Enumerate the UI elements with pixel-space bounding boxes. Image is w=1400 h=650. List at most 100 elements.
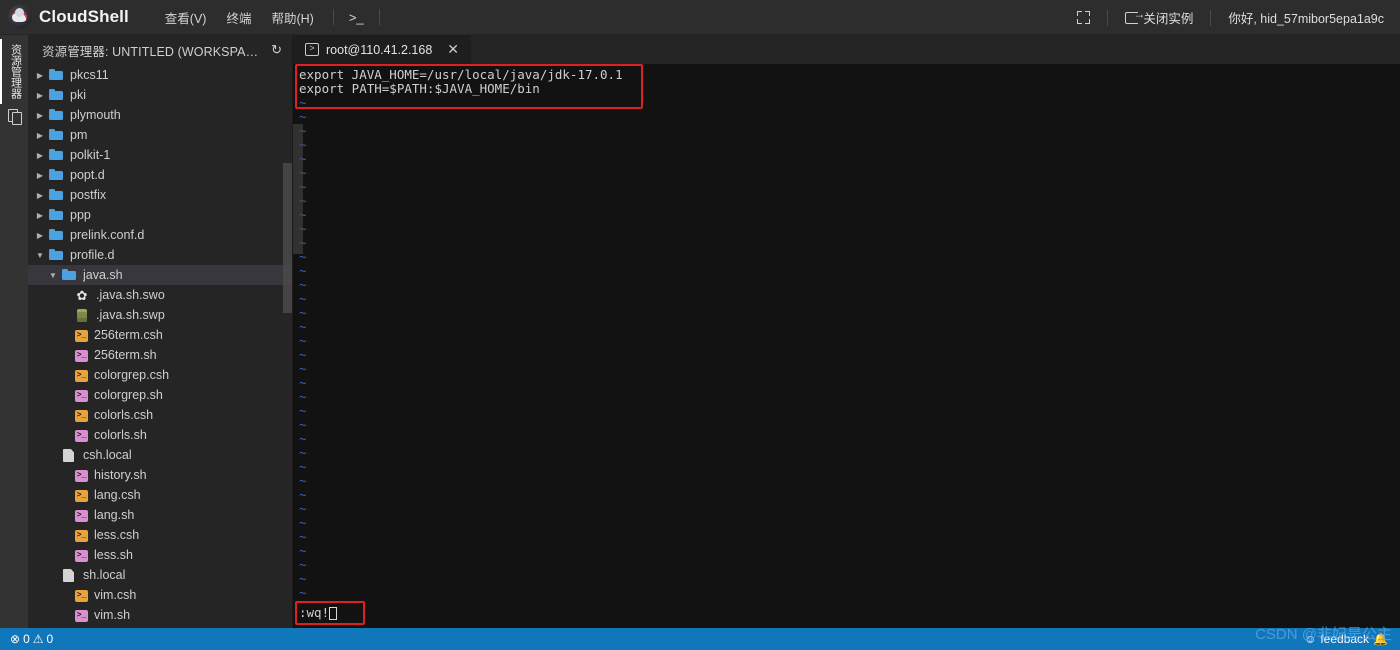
folder-icon <box>48 147 64 163</box>
vim-command-text: :wq! <box>299 605 330 620</box>
activity-bar-item-files[interactable] <box>0 104 28 129</box>
sh-script-icon: >_ <box>75 550 88 562</box>
tree-folder-row[interactable]: ▶ pm <box>28 125 293 145</box>
terminal-empty-line-marker: ~ <box>299 515 307 530</box>
tree-file-row[interactable]: >_ vim.sh <box>28 605 293 625</box>
tree-folder-row[interactable]: ▶ popt.d <box>28 165 293 185</box>
chevron-right-icon[interactable]: ▶ <box>32 211 48 220</box>
sh-script-icon: >_ <box>75 430 88 442</box>
tree-folder-row[interactable]: ▼ java.sh <box>28 265 293 285</box>
tree-folder-row[interactable]: ▶ plymouth <box>28 105 293 125</box>
chevron-right-icon[interactable]: ▶ <box>32 151 48 160</box>
tree-file-row[interactable]: ✿ .java.sh.swo <box>28 285 293 305</box>
close-icon[interactable]: ✕ <box>445 41 461 58</box>
tree-item-label: popt.d <box>70 168 105 182</box>
terminal-empty-line-marker: ~ <box>299 194 1400 208</box>
terminal-line: export JAVA_HOME=/usr/local/java/jdk-17.… <box>299 67 623 82</box>
tree-file-row[interactable]: >_ less.csh <box>28 525 293 545</box>
terminal-empty-line-marker: ~ <box>299 403 307 418</box>
status-bar: ⊗ 0 ⚠ 0 ☺ feedback 🔔 <box>0 628 1400 650</box>
tree-file-row[interactable]: .java.sh.swp <box>28 305 293 325</box>
chevron-right-icon[interactable]: ▶ <box>32 111 48 120</box>
tree-item-label: 256term.sh <box>94 348 157 362</box>
tree-file-row[interactable]: >_ lang.sh <box>28 505 293 525</box>
tree-item-label: pm <box>70 128 88 142</box>
tree-item-label: colorgrep.csh <box>94 368 170 382</box>
terminal-empty-line-marker: ~ <box>299 249 307 264</box>
file-tree[interactable]: ▶ pkcs11 ▶ pki ▶ plymouth ▶ pm ▶ polkit-1 ▶ popt.d ▶… <box>28 65 293 628</box>
tree-file-row[interactable]: >_ vim.csh <box>28 585 293 605</box>
close-instance-label: 关闭实例 <box>1143 12 1194 26</box>
terminal-empty-line-marker: ~ <box>299 152 1400 166</box>
tree-item-label: lang.csh <box>94 488 141 502</box>
maximize-button[interactable] <box>1069 11 1098 24</box>
activity-bar: 资源管理器 <box>0 35 28 628</box>
chevron-right-icon[interactable]: ▶ <box>32 171 48 180</box>
terminal-output: export JAVA_HOME=/usr/local/java/jdk-17.… <box>293 64 1400 628</box>
chevron-right-icon[interactable]: ▶ <box>32 231 48 240</box>
close-instance-button[interactable]: 关闭实例 <box>1117 8 1201 27</box>
chevron-down-icon[interactable]: ▼ <box>32 251 48 260</box>
terminal-empty-line-marker: ~ <box>299 571 307 586</box>
sh-script-icon: >_ <box>75 610 88 622</box>
sh-script-icon: >_ <box>75 470 88 482</box>
tree-file-row[interactable]: >_ 256term.sh <box>28 345 293 365</box>
tree-folder-row[interactable]: ▼ profile.d <box>28 245 293 265</box>
sh-script-icon: >_ <box>75 390 88 402</box>
tree-folder-row[interactable]: ▶ prelink.conf.d <box>28 225 293 245</box>
smiley-icon[interactable]: ☺ <box>1304 633 1316 645</box>
folder-icon <box>48 67 64 83</box>
tree-file-row[interactable]: >_ colorls.csh <box>28 405 293 425</box>
tree-folder-row[interactable]: ▶ polkit-1 <box>28 145 293 165</box>
chevron-right-icon[interactable]: ▶ <box>32 71 48 80</box>
tree-file-row[interactable]: csh.local <box>28 445 293 465</box>
tree-file-row[interactable]: >_ colorgrep.sh <box>28 385 293 405</box>
tree-item-label: java.sh <box>83 268 123 282</box>
terminal-empty-line-marker: ~ <box>299 417 307 432</box>
tab-label: root@110.41.2.168 <box>326 42 433 57</box>
explorer-title: 资源管理器: UNTITLED (WORKSPACE) <box>42 44 267 59</box>
menu-item-view[interactable]: 查看(V) <box>155 4 217 31</box>
tree-folder-row[interactable]: ▶ pki <box>28 85 293 105</box>
chevron-right-icon[interactable]: ▶ <box>32 191 48 200</box>
tree-folder-row[interactable]: ▶ postfix <box>28 185 293 205</box>
terminal-empty-line-marker: ~ <box>299 180 1400 194</box>
tree-item-label: prelink.conf.d <box>70 228 145 242</box>
terminal-scrollbar[interactable] <box>293 124 303 254</box>
tree-file-row[interactable]: >_ history.sh <box>28 465 293 485</box>
refresh-icon[interactable]: ↻ <box>266 40 287 60</box>
tree-file-row[interactable]: >_ 256term.csh <box>28 325 293 345</box>
activity-bar-item-explorer[interactable]: 资源管理器 <box>0 39 28 104</box>
bell-icon[interactable]: 🔔 <box>1373 633 1388 645</box>
tree-item-label: profile.d <box>70 248 115 262</box>
error-count: 0 <box>23 632 30 646</box>
tree-folder-row[interactable]: ▶ pkcs11 <box>28 65 293 85</box>
tree-file-row[interactable]: >_ colorls.sh <box>28 425 293 445</box>
chevron-down-icon[interactable]: ▼ <box>45 271 61 280</box>
status-bar-left: ⊗ 0 ⚠ 0 <box>10 632 53 646</box>
tree-file-row[interactable]: >_ less.sh <box>28 545 293 565</box>
menu-item-terminal[interactable]: 终端 <box>216 4 261 31</box>
tree-folder-row[interactable]: ▶ ppp <box>28 205 293 225</box>
new-terminal-icon[interactable]: >_ <box>343 7 370 28</box>
tree-item-label: colorgrep.sh <box>94 388 163 402</box>
error-icon: ⊗ <box>10 632 21 646</box>
text-cursor <box>329 607 338 620</box>
tab-terminal-session[interactable]: > root@110.41.2.168 ✕ <box>293 35 473 64</box>
chevron-right-icon[interactable]: ▶ <box>32 131 48 140</box>
feedback-label[interactable]: feedback <box>1320 632 1369 646</box>
terminal-panel[interactable]: export JAVA_HOME=/usr/local/java/jdk-17.… <box>293 64 1400 628</box>
tree-file-row[interactable]: >_ lang.csh <box>28 485 293 505</box>
chevron-right-icon[interactable]: ▶ <box>32 91 48 100</box>
tree-item-label: polkit-1 <box>70 148 111 162</box>
logout-icon <box>1125 8 1145 24</box>
explorer-label: 资源管理器 <box>9 44 22 99</box>
terminal-empty-line-marker: ~ <box>299 529 307 544</box>
tree-item-label: 256term.csh <box>94 328 163 342</box>
workbench: 资源管理器 资源管理器: UNTITLED (WORKSPACE) ↻ ▶ pkc… <box>0 35 1400 628</box>
tree-file-row[interactable]: sh.local <box>28 565 293 585</box>
warning-icon: ⚠ <box>32 632 44 646</box>
status-problems[interactable]: ⊗ 0 ⚠ 0 <box>10 632 53 646</box>
tree-file-row[interactable]: >_ colorgrep.csh <box>28 365 293 385</box>
menu-item-help[interactable]: 帮助(H) <box>261 4 323 31</box>
